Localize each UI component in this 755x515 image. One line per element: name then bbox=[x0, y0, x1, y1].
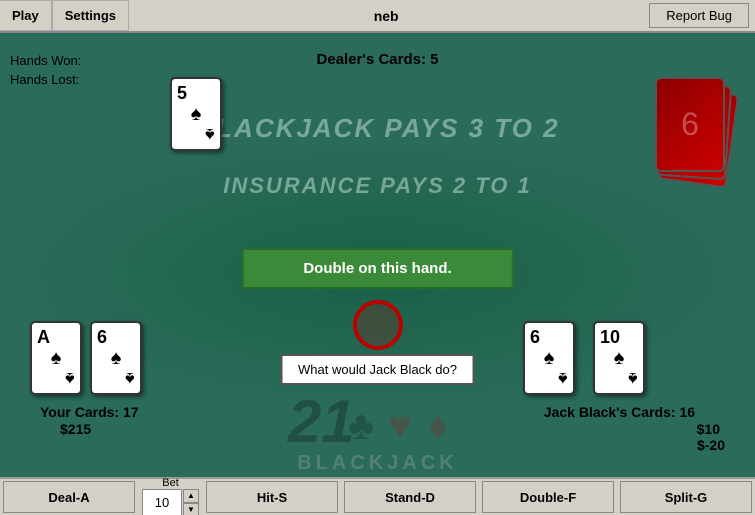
bet-chip bbox=[353, 300, 403, 350]
bet-arrows: ▲ ▼ bbox=[183, 489, 199, 515]
stand-button[interactable]: Stand-D bbox=[344, 481, 476, 513]
hands-won-label: Hands Won: bbox=[10, 53, 81, 68]
play-tab[interactable]: Play bbox=[0, 0, 52, 31]
bet-input-wrap: ▲ ▼ bbox=[142, 489, 199, 515]
hands-lost-label: Hands Lost: bbox=[10, 72, 81, 87]
svg-text:♥: ♥ bbox=[388, 404, 412, 448]
double-button[interactable]: Double-F bbox=[482, 481, 614, 513]
jb-card-6: 6 ♠ ♠ bbox=[523, 321, 575, 395]
svg-text:♦: ♦ bbox=[428, 404, 448, 448]
double-popup: Double on this hand. bbox=[241, 248, 513, 289]
bet-input[interactable] bbox=[142, 489, 182, 515]
hit-button[interactable]: Hit-S bbox=[206, 481, 338, 513]
blackjack-logo-text: BLACKJACK bbox=[258, 452, 498, 475]
player-card-ace: A ♠ ♠ bbox=[30, 321, 82, 395]
top-bar: Play Settings neb Report Bug bbox=[0, 0, 755, 33]
bet-up-button[interactable]: ▲ bbox=[183, 489, 199, 503]
insurance-pays-text: INSURANCE PAYS 2 TO 1 bbox=[148, 173, 608, 199]
jb-money-1: $10 bbox=[697, 421, 720, 437]
dealer-cards-label: Dealer's Cards: 5 bbox=[317, 51, 439, 68]
svg-text:♣: ♣ bbox=[348, 404, 374, 448]
jack-black-do-button[interactable]: What would Jack Black do? bbox=[280, 354, 475, 385]
player-money: $215 bbox=[60, 421, 91, 437]
your-cards-label: Your Cards: 17 bbox=[40, 404, 139, 420]
blackjack-pays-text: BLACKJACK PAYS 3 TO 2 bbox=[178, 113, 578, 144]
bet-label: Bet bbox=[162, 478, 179, 489]
report-bug-button[interactable]: Report Bug bbox=[649, 3, 749, 28]
deck-pile: 6 bbox=[655, 77, 745, 187]
jb-cards-label: Jack Black's Cards: 16 bbox=[544, 404, 695, 420]
jb-card-10: 10 ♠ ♠ bbox=[593, 321, 645, 395]
split-button[interactable]: Split-G bbox=[620, 481, 752, 513]
svg-text:21: 21 bbox=[287, 388, 355, 455]
stats-panel: Hands Won: Hands Lost: bbox=[10, 53, 81, 91]
settings-tab[interactable]: Settings bbox=[52, 0, 129, 31]
logo-area: 21 ♣ ♥ ♦ BLACKJACK bbox=[258, 377, 498, 475]
dealer-card-1: 5 ♠ ♠ bbox=[170, 77, 222, 151]
bet-area: Bet ▲ ▼ bbox=[142, 478, 199, 515]
neb-label: neb bbox=[129, 0, 643, 31]
action-bar: Deal-A Bet ▲ ▼ Hit-S Stand-D Double-F Sp… bbox=[0, 477, 755, 515]
game-area: BLACKJACK PAYS 3 TO 2 INSURANCE PAYS 2 T… bbox=[0, 33, 755, 515]
bet-down-button[interactable]: ▼ bbox=[183, 503, 199, 515]
deal-button[interactable]: Deal-A bbox=[3, 481, 135, 513]
player-card-6: 6 ♠ ♠ bbox=[90, 321, 142, 395]
jb-money-2: $-20 bbox=[697, 437, 725, 453]
